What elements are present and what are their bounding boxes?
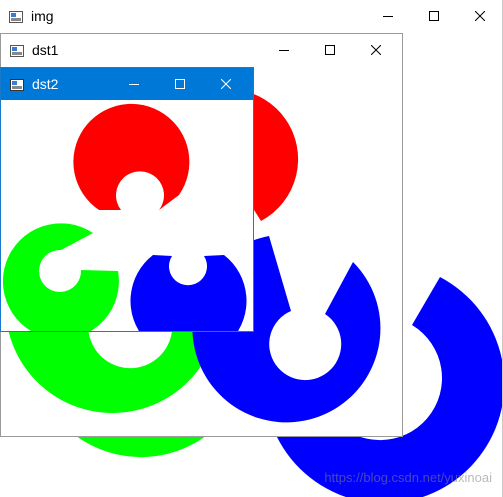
close-icon	[475, 11, 485, 21]
app-icon	[10, 44, 24, 57]
minimize-button[interactable]	[261, 34, 307, 66]
minimize-button[interactable]	[365, 0, 411, 32]
app-icon	[10, 78, 24, 91]
window-title: dst2	[32, 76, 59, 92]
window-dst2[interactable]: dst2	[0, 67, 254, 332]
titlebar-dst2[interactable]: dst2	[1, 68, 253, 100]
green-ring	[2, 223, 119, 331]
maximize-button[interactable]	[307, 34, 353, 66]
titlebar-img[interactable]: img	[0, 0, 502, 32]
window-title: img	[31, 8, 54, 24]
minimize-button[interactable]	[111, 68, 157, 100]
maximize-icon	[325, 45, 335, 55]
minimize-icon	[383, 16, 393, 17]
image-canvas-dst2	[1, 100, 253, 331]
blue-ring	[130, 255, 247, 331]
maximize-button[interactable]	[411, 0, 457, 32]
minimize-icon	[279, 50, 289, 51]
titlebar-dst1[interactable]: dst1	[1, 34, 402, 66]
window-title: dst1	[32, 42, 59, 58]
maximize-icon	[175, 79, 185, 89]
close-button[interactable]	[457, 0, 502, 32]
minimize-icon	[129, 84, 139, 85]
close-icon	[221, 79, 231, 89]
red-ring	[73, 103, 190, 210]
maximize-icon	[429, 11, 439, 21]
close-button[interactable]	[353, 34, 399, 66]
app-icon	[9, 10, 23, 23]
close-icon	[371, 45, 381, 55]
maximize-button[interactable]	[157, 68, 203, 100]
close-button[interactable]	[203, 68, 249, 100]
watermark: https://blog.csdn.net/yuxinoai	[324, 470, 492, 485]
